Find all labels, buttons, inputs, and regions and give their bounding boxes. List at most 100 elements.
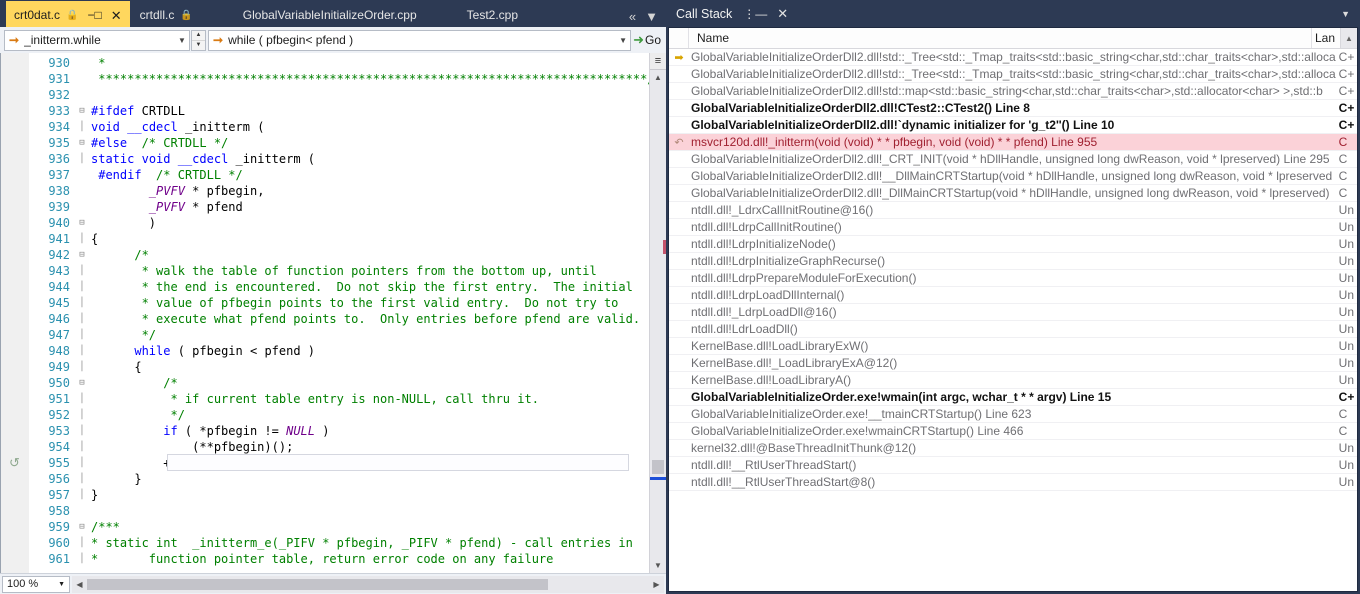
code-line[interactable]: while ( pfbegin < pfend ) <box>89 343 649 359</box>
zoom-dropdown[interactable]: 100 % ▼ <box>2 575 70 593</box>
fold-marker[interactable]: │ <box>75 359 89 375</box>
code-line[interactable] <box>89 503 649 519</box>
scroll-up-icon[interactable]: ▲ <box>650 70 666 85</box>
fold-marker[interactable] <box>75 167 89 183</box>
scope-dropdown[interactable]: ➞ _initterm.while ▼ <box>4 29 190 51</box>
fold-marker[interactable]: │ <box>75 423 89 439</box>
call-stack-row[interactable]: ntdll.dll!LdrpInitializeNode() Un <box>669 236 1357 253</box>
call-stack-row[interactable]: ntdll.dll!LdrpCallInitRoutine() Un <box>669 219 1357 236</box>
call-stack-row[interactable]: ↶ msvcr120d.dll!_initterm(void (void) * *… <box>669 134 1357 151</box>
code-line[interactable]: { <box>89 231 649 247</box>
fold-marker[interactable] <box>75 183 89 199</box>
call-stack-row[interactable]: ntdll.dll!LdrpPrepareModuleForExecution(… <box>669 270 1357 287</box>
code-line[interactable]: } <box>89 487 649 503</box>
code-line[interactable]: * the end is encountered. Do not skip th… <box>89 279 649 295</box>
fold-marker[interactable]: │ <box>75 439 89 455</box>
scroll-right-icon[interactable]: ▶ <box>649 580 664 589</box>
call-stack-row[interactable]: KernelBase.dll!LoadLibraryA() Un <box>669 372 1357 389</box>
scroll-left-icon[interactable]: ◀ <box>72 580 87 589</box>
fold-marker[interactable] <box>75 87 89 103</box>
fold-marker[interactable]: │ <box>75 471 89 487</box>
fold-marker[interactable]: │ <box>75 455 89 471</box>
code-line[interactable]: */ <box>89 407 649 423</box>
call-stack-row[interactable]: ntdll.dll!LdrLoadDll() Un <box>669 321 1357 338</box>
call-stack-row[interactable]: GlobalVariableInitializeOrder.exe!wmainC… <box>669 423 1357 440</box>
call-stack-row[interactable]: ntdll.dll!_LdrpLoadDll@16() Un <box>669 304 1357 321</box>
code-line[interactable]: #ifdef CRTDLL <box>89 103 649 119</box>
editor-tab-test2-cpp[interactable]: Test2.cpp <box>459 3 526 27</box>
code-folding-column[interactable]: ⊟ │ ⊟ │ ⊟ │ ⊟ │ │ │ │ │ │ │ ⊟ │ │ │ │ │ │ │ ⊟ │ │ <box>75 53 89 573</box>
code-line[interactable]: void __cdecl _initterm ( <box>89 119 649 135</box>
call-stack-row[interactable]: GlobalVariableInitializeOrderDll2.dll!__… <box>669 168 1357 185</box>
code-line[interactable]: #else /* CRTDLL */ <box>89 135 649 151</box>
call-stack-row[interactable]: kernel32.dll!@BaseThreadInitThunk@12() Un <box>669 440 1357 457</box>
editor-tab-crtdll-c[interactable]: crtdll.c 🔒 <box>132 3 201 27</box>
fold-marker[interactable]: ⊟ <box>75 519 89 535</box>
fold-marker[interactable]: │ <box>75 295 89 311</box>
fold-marker[interactable]: │ <box>75 151 89 167</box>
fold-marker[interactable]: │ <box>75 263 89 279</box>
call-stack-row[interactable]: ntdll.dll!LdrpLoadDllInternal() Un <box>669 287 1357 304</box>
code-line[interactable]: /* <box>89 247 649 263</box>
close-icon[interactable]: ✕ <box>111 9 122 22</box>
chevron-down-icon[interactable]: ▼ <box>58 581 65 588</box>
code-line[interactable]: /* <box>89 375 649 391</box>
code-line[interactable]: _PVFV * pfbegin, <box>89 183 649 199</box>
code-line[interactable] <box>89 87 649 103</box>
code-editor[interactable]: ↺ 930 931 932 933 934 935 936 937 938 939 940 941 94… <box>0 53 666 573</box>
go-button[interactable]: ➜ Go <box>631 32 664 48</box>
call-stack-row[interactable]: GlobalVariableInitializeOrderDll2.dll!st… <box>669 83 1357 100</box>
fold-marker[interactable]: │ <box>75 535 89 551</box>
call-stack-row[interactable]: GlobalVariableInitializeOrder.exe!__tmai… <box>669 406 1357 423</box>
navigation-stepper[interactable]: ▲ ▼ <box>191 29 206 51</box>
call-stack-row[interactable]: ntdll.dll!LdrpInitializeGraphRecurse() Un <box>669 253 1357 270</box>
fold-marker[interactable]: ⊟ <box>75 247 89 263</box>
call-stack-row[interactable]: GlobalVariableInitializeOrderDll2.dll!_D… <box>669 185 1357 202</box>
hscroll-thumb[interactable] <box>87 578 548 590</box>
fold-marker[interactable]: │ <box>75 407 89 423</box>
tab-list-dropdown-icon[interactable]: ▼ <box>645 9 658 24</box>
chevron-down-icon[interactable]: ▼ <box>616 36 630 45</box>
tab-scroll-prev-icon[interactable]: « <box>629 9 636 24</box>
fold-marker[interactable]: │ <box>75 231 89 247</box>
member-dropdown[interactable]: ➞ while ( pfbegin< pfend ) ▼ <box>208 29 632 51</box>
split-view-button[interactable]: ≡ <box>650 53 666 70</box>
code-line[interactable]: * value of pfbegin points to the first v… <box>89 295 649 311</box>
scroll-thumb[interactable] <box>652 460 664 474</box>
code-line[interactable]: if ( *pfbegin != NULL ) <box>89 423 649 439</box>
code-line[interactable]: * walk the table of function pointers fr… <box>89 263 649 279</box>
code-line[interactable]: _PVFV * pfend <box>89 199 649 215</box>
pin-icon[interactable]: ⋮— <box>743 7 767 21</box>
call-stack-row[interactable]: GlobalVariableInitializeOrderDll2.dll!_C… <box>669 151 1357 168</box>
call-stack-rows[interactable]: ➡ GlobalVariableInitializeOrderDll2.dll!s… <box>669 49 1357 591</box>
code-line[interactable]: */ <box>89 327 649 343</box>
code-line[interactable]: * function pointer table, return error c… <box>89 551 649 567</box>
close-icon[interactable]: ✕ <box>777 6 788 22</box>
call-stack-row[interactable]: ntdll.dll!__RtlUserThreadStart@8() Un <box>669 474 1357 491</box>
scroll-down-icon[interactable]: ▼ <box>650 558 666 573</box>
code-line[interactable]: ****************************************… <box>89 71 649 87</box>
fold-marker[interactable]: │ <box>75 551 89 567</box>
tab-overflow-controls[interactable]: « ▼ <box>629 9 658 24</box>
fold-marker[interactable]: ⊟ <box>75 215 89 231</box>
fold-marker[interactable]: ⊟ <box>75 375 89 391</box>
editor-tab-globalvariableinitializeorder-cpp[interactable]: GlobalVariableInitializeOrder.cpp <box>235 3 425 27</box>
fold-marker[interactable]: │ <box>75 487 89 503</box>
call-stack-row[interactable]: GlobalVariableInitializeOrder.exe!wmain(… <box>669 389 1357 406</box>
call-stack-row[interactable]: KernelBase.dll!LoadLibraryExW() Un <box>669 338 1357 355</box>
code-line[interactable]: /*** <box>89 519 649 535</box>
code-line[interactable]: { <box>89 359 649 375</box>
header-name-column[interactable]: Name <box>689 28 1312 48</box>
scroll-track[interactable] <box>650 85 666 558</box>
call-stack-row[interactable]: ntdll.dll!_LdrxCallInitRoutine@16() Un <box>669 202 1357 219</box>
code-line[interactable]: * if current table entry is non-NULL, ca… <box>89 391 649 407</box>
header-language-column[interactable]: Lan <box>1312 28 1340 48</box>
fold-marker[interactable]: │ <box>75 119 89 135</box>
code-line[interactable]: * execute what pfend points to. Only ent… <box>89 311 649 327</box>
pin-icon[interactable]: −□ <box>87 8 101 22</box>
fold-marker[interactable]: │ <box>75 311 89 327</box>
chevron-down-icon[interactable]: ▼ <box>1341 9 1350 19</box>
editor-tab-crt0dat-c[interactable]: crt0dat.c 🔒 −□ ✕ <box>6 1 130 27</box>
indicator-margin[interactable]: ↺ <box>1 53 29 573</box>
fold-marker[interactable] <box>75 55 89 71</box>
